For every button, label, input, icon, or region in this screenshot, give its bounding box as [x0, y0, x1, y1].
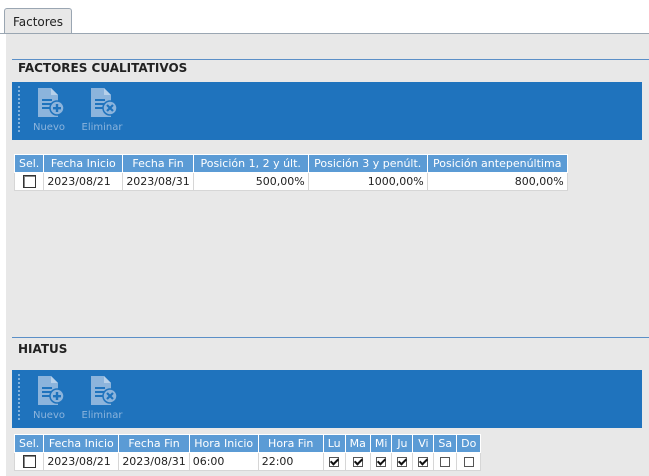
day-sa-cell: [433, 452, 458, 471]
day-do-cell: [456, 452, 482, 471]
hiatus-table: Sel. Fecha Inicio Fecha Fin Hora Inicio …: [13, 434, 482, 471]
day-mi-checkbox[interactable]: [376, 457, 387, 467]
row-select-checkbox[interactable]: [22, 175, 36, 189]
day-sa-checkbox[interactable]: [440, 457, 451, 467]
toolbar-cualitativos: Nuevo Eliminar: [12, 82, 642, 140]
col-mi[interactable]: Mi: [369, 434, 393, 453]
day-ma-cell: [344, 452, 371, 471]
nuevo-button[interactable]: Nuevo: [26, 374, 72, 424]
table-header-row: Sel. Fecha Inicio Fecha Fin Hora Inicio …: [13, 434, 482, 453]
tab-bar: Factores: [0, 0, 649, 34]
document-delete-icon: [79, 86, 125, 120]
day-ma-checkbox[interactable]: [352, 457, 363, 467]
col-hora-inicio[interactable]: Hora Inicio: [188, 434, 259, 453]
fecha-inicio-cell: 2023/08/21: [43, 452, 120, 471]
col-sel[interactable]: Sel.: [13, 154, 45, 173]
fecha-fin-cell: 2023/08/31: [118, 452, 190, 471]
col-posicion-12[interactable]: Posición 1, 2 y últ.: [192, 154, 309, 173]
day-lu-checkbox[interactable]: [329, 457, 340, 467]
posicion-3-cell: 1000,00%: [307, 172, 428, 191]
hora-inicio-cell: 06:00: [188, 452, 259, 471]
section-title-hiatus: HIATUS: [18, 342, 68, 356]
eliminar-button[interactable]: Eliminar: [79, 374, 125, 424]
tab-panel: FACTORES CUALITATIVOS Nuevo Eliminar Sel…: [6, 34, 649, 476]
nuevo-button[interactable]: Nuevo: [26, 86, 72, 136]
section-rule: [12, 337, 649, 338]
hora-fin-cell: 22:00: [257, 452, 324, 471]
col-sel[interactable]: Sel.: [13, 434, 45, 453]
section-title-cualitativos: FACTORES CUALITATIVOS: [18, 61, 188, 75]
table-row[interactable]: 2023/08/21 2023/08/31 06:00 22:00: [13, 452, 482, 471]
eliminar-label: Eliminar: [81, 122, 123, 133]
col-sa[interactable]: Sa: [433, 434, 458, 453]
row-select-cell[interactable]: [13, 172, 45, 191]
toolbar-grip: [18, 86, 20, 134]
cualitativos-table: Sel. Fecha Inicio Fecha Fin Posición 1, …: [13, 154, 568, 191]
col-ju[interactable]: Ju: [391, 434, 414, 453]
section-rule: [12, 59, 649, 60]
tab-factores[interactable]: Factores: [4, 8, 72, 34]
col-ma[interactable]: Ma: [344, 434, 371, 453]
day-mi-cell: [369, 452, 393, 471]
col-fecha-fin[interactable]: Fecha Fin: [118, 434, 190, 453]
fecha-fin-cell: 2023/08/31: [122, 172, 194, 191]
toolbar-hiatus: Nuevo Eliminar: [12, 370, 642, 428]
col-lu[interactable]: Lu: [322, 434, 346, 453]
antepenultima-cell: 800,00%: [426, 172, 568, 191]
day-vi-checkbox[interactable]: [418, 457, 429, 467]
fecha-inicio-cell: 2023/08/21: [43, 172, 124, 191]
document-add-icon: [26, 86, 72, 120]
day-lu-cell: [322, 452, 346, 471]
col-vi[interactable]: Vi: [412, 434, 435, 453]
nuevo-label: Nuevo: [32, 410, 65, 421]
day-ju-checkbox[interactable]: [397, 457, 408, 467]
eliminar-label: Eliminar: [81, 410, 123, 421]
col-do[interactable]: Do: [456, 434, 482, 453]
col-hora-fin[interactable]: Hora Fin: [257, 434, 324, 453]
posicion-12-cell: 500,00%: [192, 172, 309, 191]
table-row[interactable]: 2023/08/21 2023/08/31 500,00% 1000,00% 8…: [13, 172, 568, 191]
table-header-row: Sel. Fecha Inicio Fecha Fin Posición 1, …: [13, 154, 568, 173]
day-ju-cell: [391, 452, 414, 471]
col-antepenultima[interactable]: Posición antepenúltima: [426, 154, 568, 173]
day-do-checkbox[interactable]: [463, 457, 474, 467]
col-fecha-inicio[interactable]: Fecha Inicio: [43, 434, 120, 453]
col-fecha-fin[interactable]: Fecha Fin: [122, 154, 194, 173]
day-vi-cell: [412, 452, 435, 471]
col-fecha-inicio[interactable]: Fecha Inicio: [43, 154, 124, 173]
document-delete-icon: [79, 374, 125, 408]
document-add-icon: [26, 374, 72, 408]
col-posicion-3[interactable]: Posición 3 y penúlt.: [307, 154, 428, 173]
row-select-cell[interactable]: [13, 452, 45, 471]
row-select-checkbox[interactable]: [22, 455, 36, 469]
eliminar-button[interactable]: Eliminar: [79, 86, 125, 136]
toolbar-grip: [18, 374, 20, 422]
nuevo-label: Nuevo: [32, 122, 65, 133]
